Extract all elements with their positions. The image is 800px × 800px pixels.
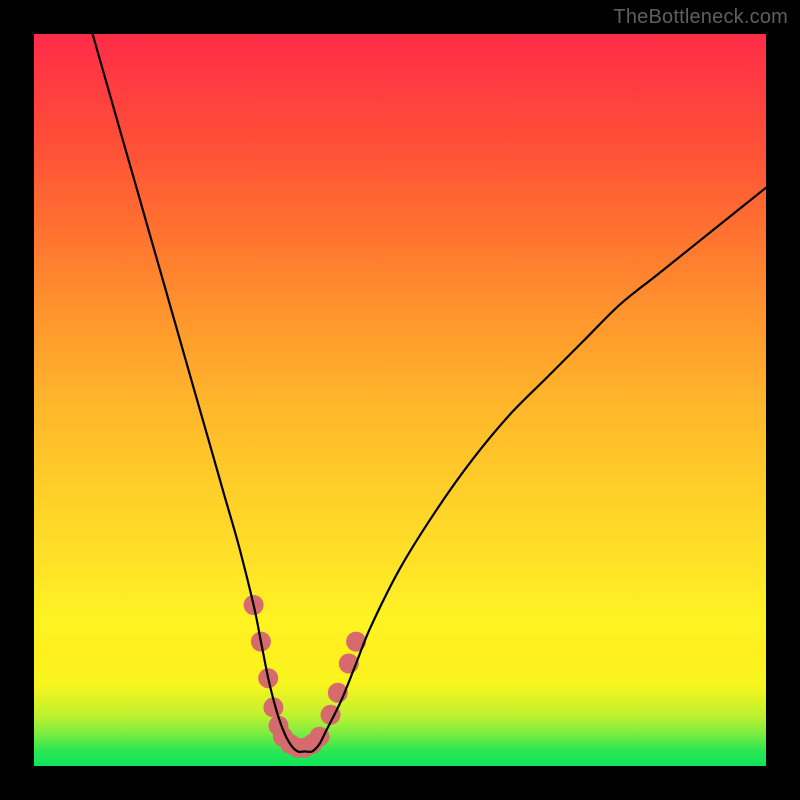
chart-svg bbox=[34, 34, 766, 766]
highlight-dot bbox=[346, 632, 366, 652]
plot-area bbox=[34, 34, 766, 766]
watermark-label: TheBottleneck.com bbox=[613, 6, 788, 29]
chart-frame: TheBottleneck.com bbox=[0, 0, 800, 800]
highlight-dots-group bbox=[244, 595, 367, 758]
bottleneck-curve bbox=[93, 34, 766, 752]
